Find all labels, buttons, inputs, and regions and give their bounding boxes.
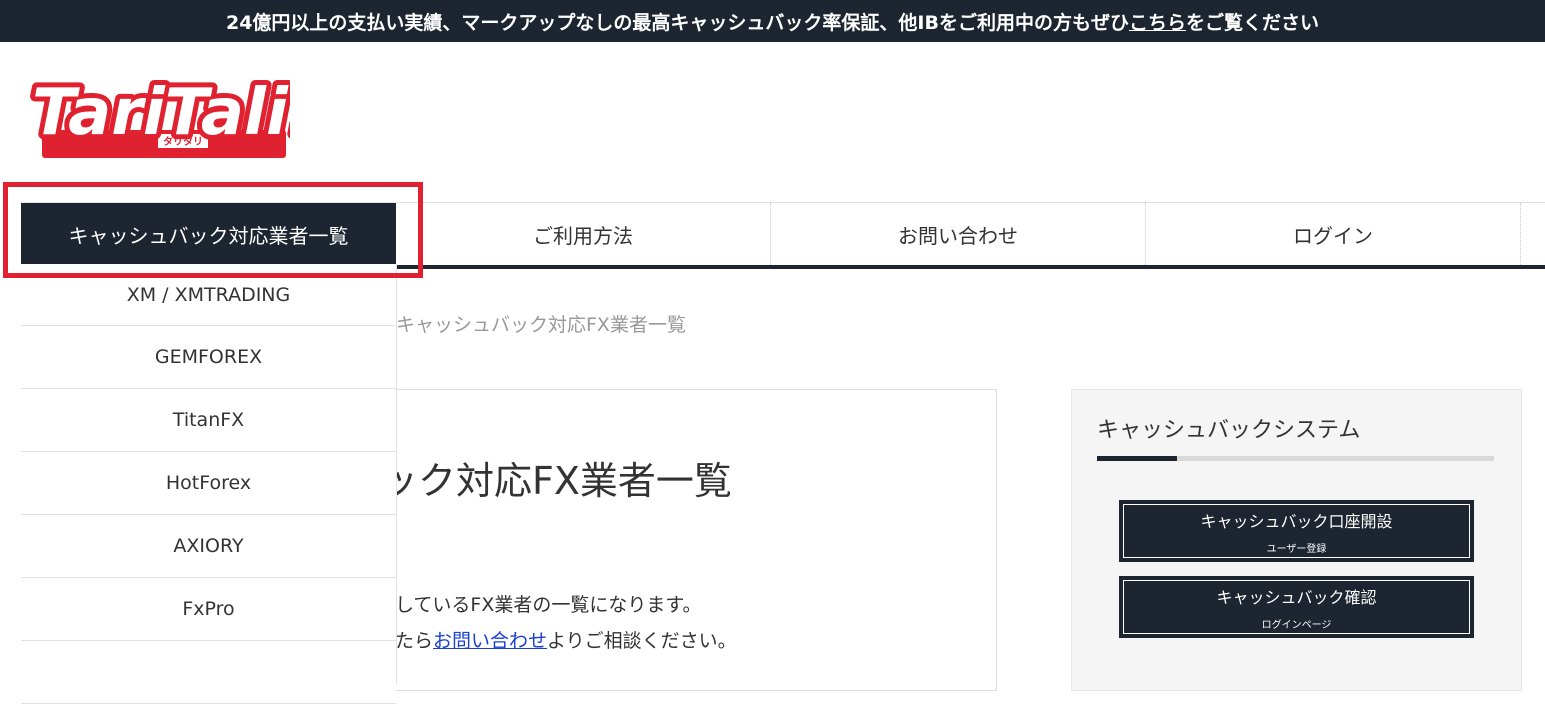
check-cashback-button[interactable]: キャッシュバック確認 ログインページ — [1119, 576, 1474, 638]
announcement-link[interactable]: こちら — [1129, 8, 1186, 35]
dropdown-item-hotforex[interactable]: HotForex — [21, 452, 396, 515]
dropdown-item-gemforex[interactable]: GEMFOREX — [21, 326, 396, 389]
intro-line-1: しているFX業者の一覧になります。 — [395, 590, 701, 617]
underline-accent — [1097, 456, 1177, 461]
breadcrumb: キャッシュバック対応FX業者一覧 — [396, 310, 686, 337]
button-label: キャッシュバック確認 — [1216, 587, 1377, 607]
sidebar-title-underline — [1097, 456, 1494, 461]
dropdown-label: HotForex — [165, 472, 252, 494]
dropdown-label: GEMFOREX — [154, 346, 263, 368]
sidebar-widget: キャッシュバックシステム キャッシュバック口座開設 ユーザー登録 キャッシュバッ… — [1071, 389, 1522, 691]
dropdown-label: XM / XMTRADING — [126, 283, 291, 306]
breadcrumb-current: キャッシュバック対応FX業者一覧 — [396, 314, 686, 336]
nav-item-cashback-brokers[interactable]: キャッシュバック対応業者一覧 — [21, 203, 396, 265]
dropdown-item-titanfx[interactable]: TitanFX — [21, 389, 396, 452]
button-sublabel: ユーザー登録 — [1266, 543, 1327, 555]
sidebar-title: キャッシュバックシステム — [1097, 418, 1361, 443]
announcement-bar: 24億円以上の支払い実績、マークアップなしの最高キャッシュバック率保証、他IBを… — [0, 0, 1545, 42]
intro-line-2: たらお問い合わせよりご相談ください。 — [395, 626, 737, 653]
button-label: キャッシュバック口座開設 — [1200, 511, 1393, 531]
nav-label: お問い合わせ — [898, 223, 1018, 248]
nav-label: キャッシュバック対応業者一覧 — [68, 223, 349, 248]
nav-item-contact[interactable]: お問い合わせ — [771, 203, 1146, 265]
open-cashback-account-button[interactable]: キャッシュバック口座開設 ユーザー登録 — [1119, 500, 1474, 562]
nav-item-how-to-use[interactable]: ご利用方法 — [396, 203, 771, 265]
dropdown-label: AXIORY — [173, 535, 244, 557]
intro-text-prefix: たら — [395, 630, 434, 652]
dropdown-item-xm[interactable]: XM / XMTRADING — [21, 264, 396, 326]
nav-item-login[interactable]: ログイン — [1146, 203, 1521, 265]
main-content-card: キャッシュバック対応FX業者一覧 しているFX業者の一覧になります。 たらお問い… — [152, 389, 997, 691]
announcement-text: 24億円以上の支払い実績、マークアップなしの最高キャッシュバック率保証、他IBを… — [225, 11, 1129, 34]
main-nav: キャッシュバック対応業者一覧 ご利用方法 お問い合わせ ログイン — [21, 202, 1545, 269]
dropdown-label: FxPro — [182, 598, 235, 620]
site-logo[interactable]: タリタリ TariTali! — [27, 71, 322, 160]
button-sublabel: ログインページ — [1261, 619, 1332, 631]
dropdown-item-axiory[interactable]: AXIORY — [21, 515, 396, 578]
logo-graphic: タリタリ TariTali! — [27, 71, 322, 158]
announcement-text-end: をご覧ください — [1186, 11, 1320, 34]
dropdown-item-fxpro[interactable]: FxPro — [21, 578, 396, 641]
contact-link[interactable]: お問い合わせ — [433, 630, 547, 652]
nav-label: ご利用方法 — [533, 223, 633, 248]
intro-text: しているFX業者の一覧になります。 — [395, 594, 702, 616]
broker-dropdown-menu: XM / XMTRADING GEMFOREX TitanFX HotForex… — [21, 264, 397, 704]
nav-label: ログイン — [1293, 223, 1373, 248]
dropdown-label: TitanFX — [172, 409, 245, 431]
dropdown-item-more[interactable] — [21, 641, 396, 704]
intro-text-suffix: よりご相談ください。 — [547, 630, 737, 652]
logo-text: TariTali! — [32, 76, 290, 150]
